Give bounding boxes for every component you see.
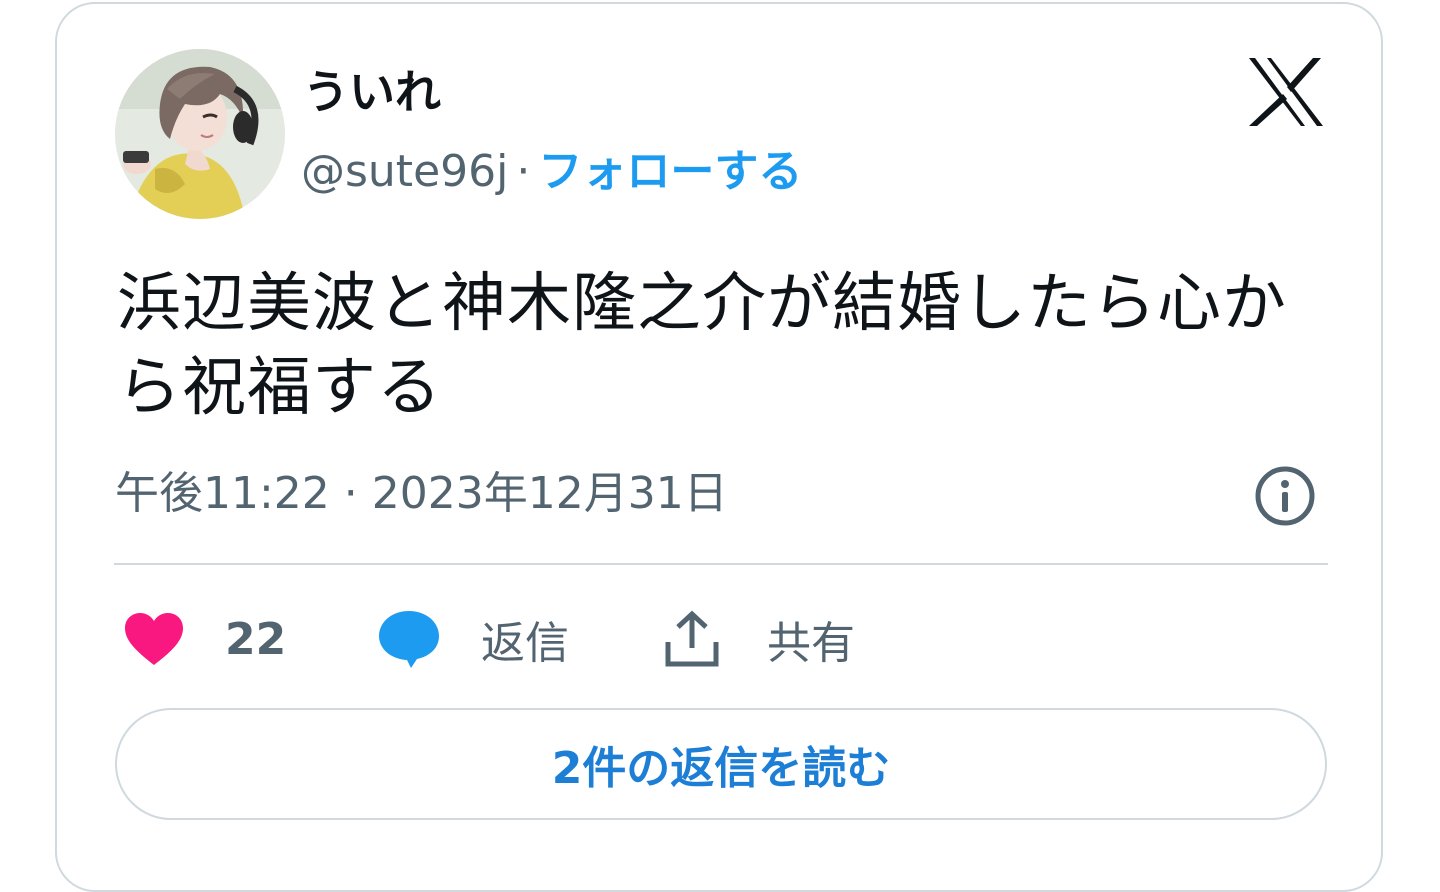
reply-button[interactable]: 返信: [377, 604, 569, 674]
like-button[interactable]: 22: [123, 604, 286, 674]
heart-icon: [125, 613, 183, 665]
share-button[interactable]: 共有: [663, 604, 855, 674]
reply-label: 返信: [481, 618, 569, 669]
tweet-embed-card: ういれ @sute96j · フォローする 浜辺美波と神木隆之介が結婚したら心から祝…: [55, 2, 1383, 892]
handle-row: @sute96j · フォローする: [301, 144, 802, 200]
follow-button[interactable]: フォローする: [538, 146, 802, 197]
speech-bubble-icon: [379, 611, 439, 668]
share-upload-icon: [665, 610, 719, 667]
avatar[interactable]: [115, 49, 285, 219]
info-icon[interactable]: [1253, 464, 1317, 528]
tweet-text: 浜辺美波と神木隆之介が結婚したら心から祝福する: [117, 267, 1287, 425]
user-avatar-illustration: [115, 49, 285, 219]
like-count: 22: [225, 613, 287, 665]
read-replies-button[interactable]: 2件の返信を読む: [115, 708, 1327, 820]
display-name[interactable]: ういれ: [303, 62, 441, 122]
user-handle[interactable]: @sute96j: [301, 146, 508, 197]
tweet-timestamp[interactable]: 午後11:22 · 2023年12月31日: [115, 466, 728, 522]
share-label: 共有: [767, 618, 855, 669]
x-logo-icon[interactable]: [1247, 56, 1325, 128]
separator-dot: ·: [516, 146, 531, 197]
divider: [114, 563, 1328, 565]
